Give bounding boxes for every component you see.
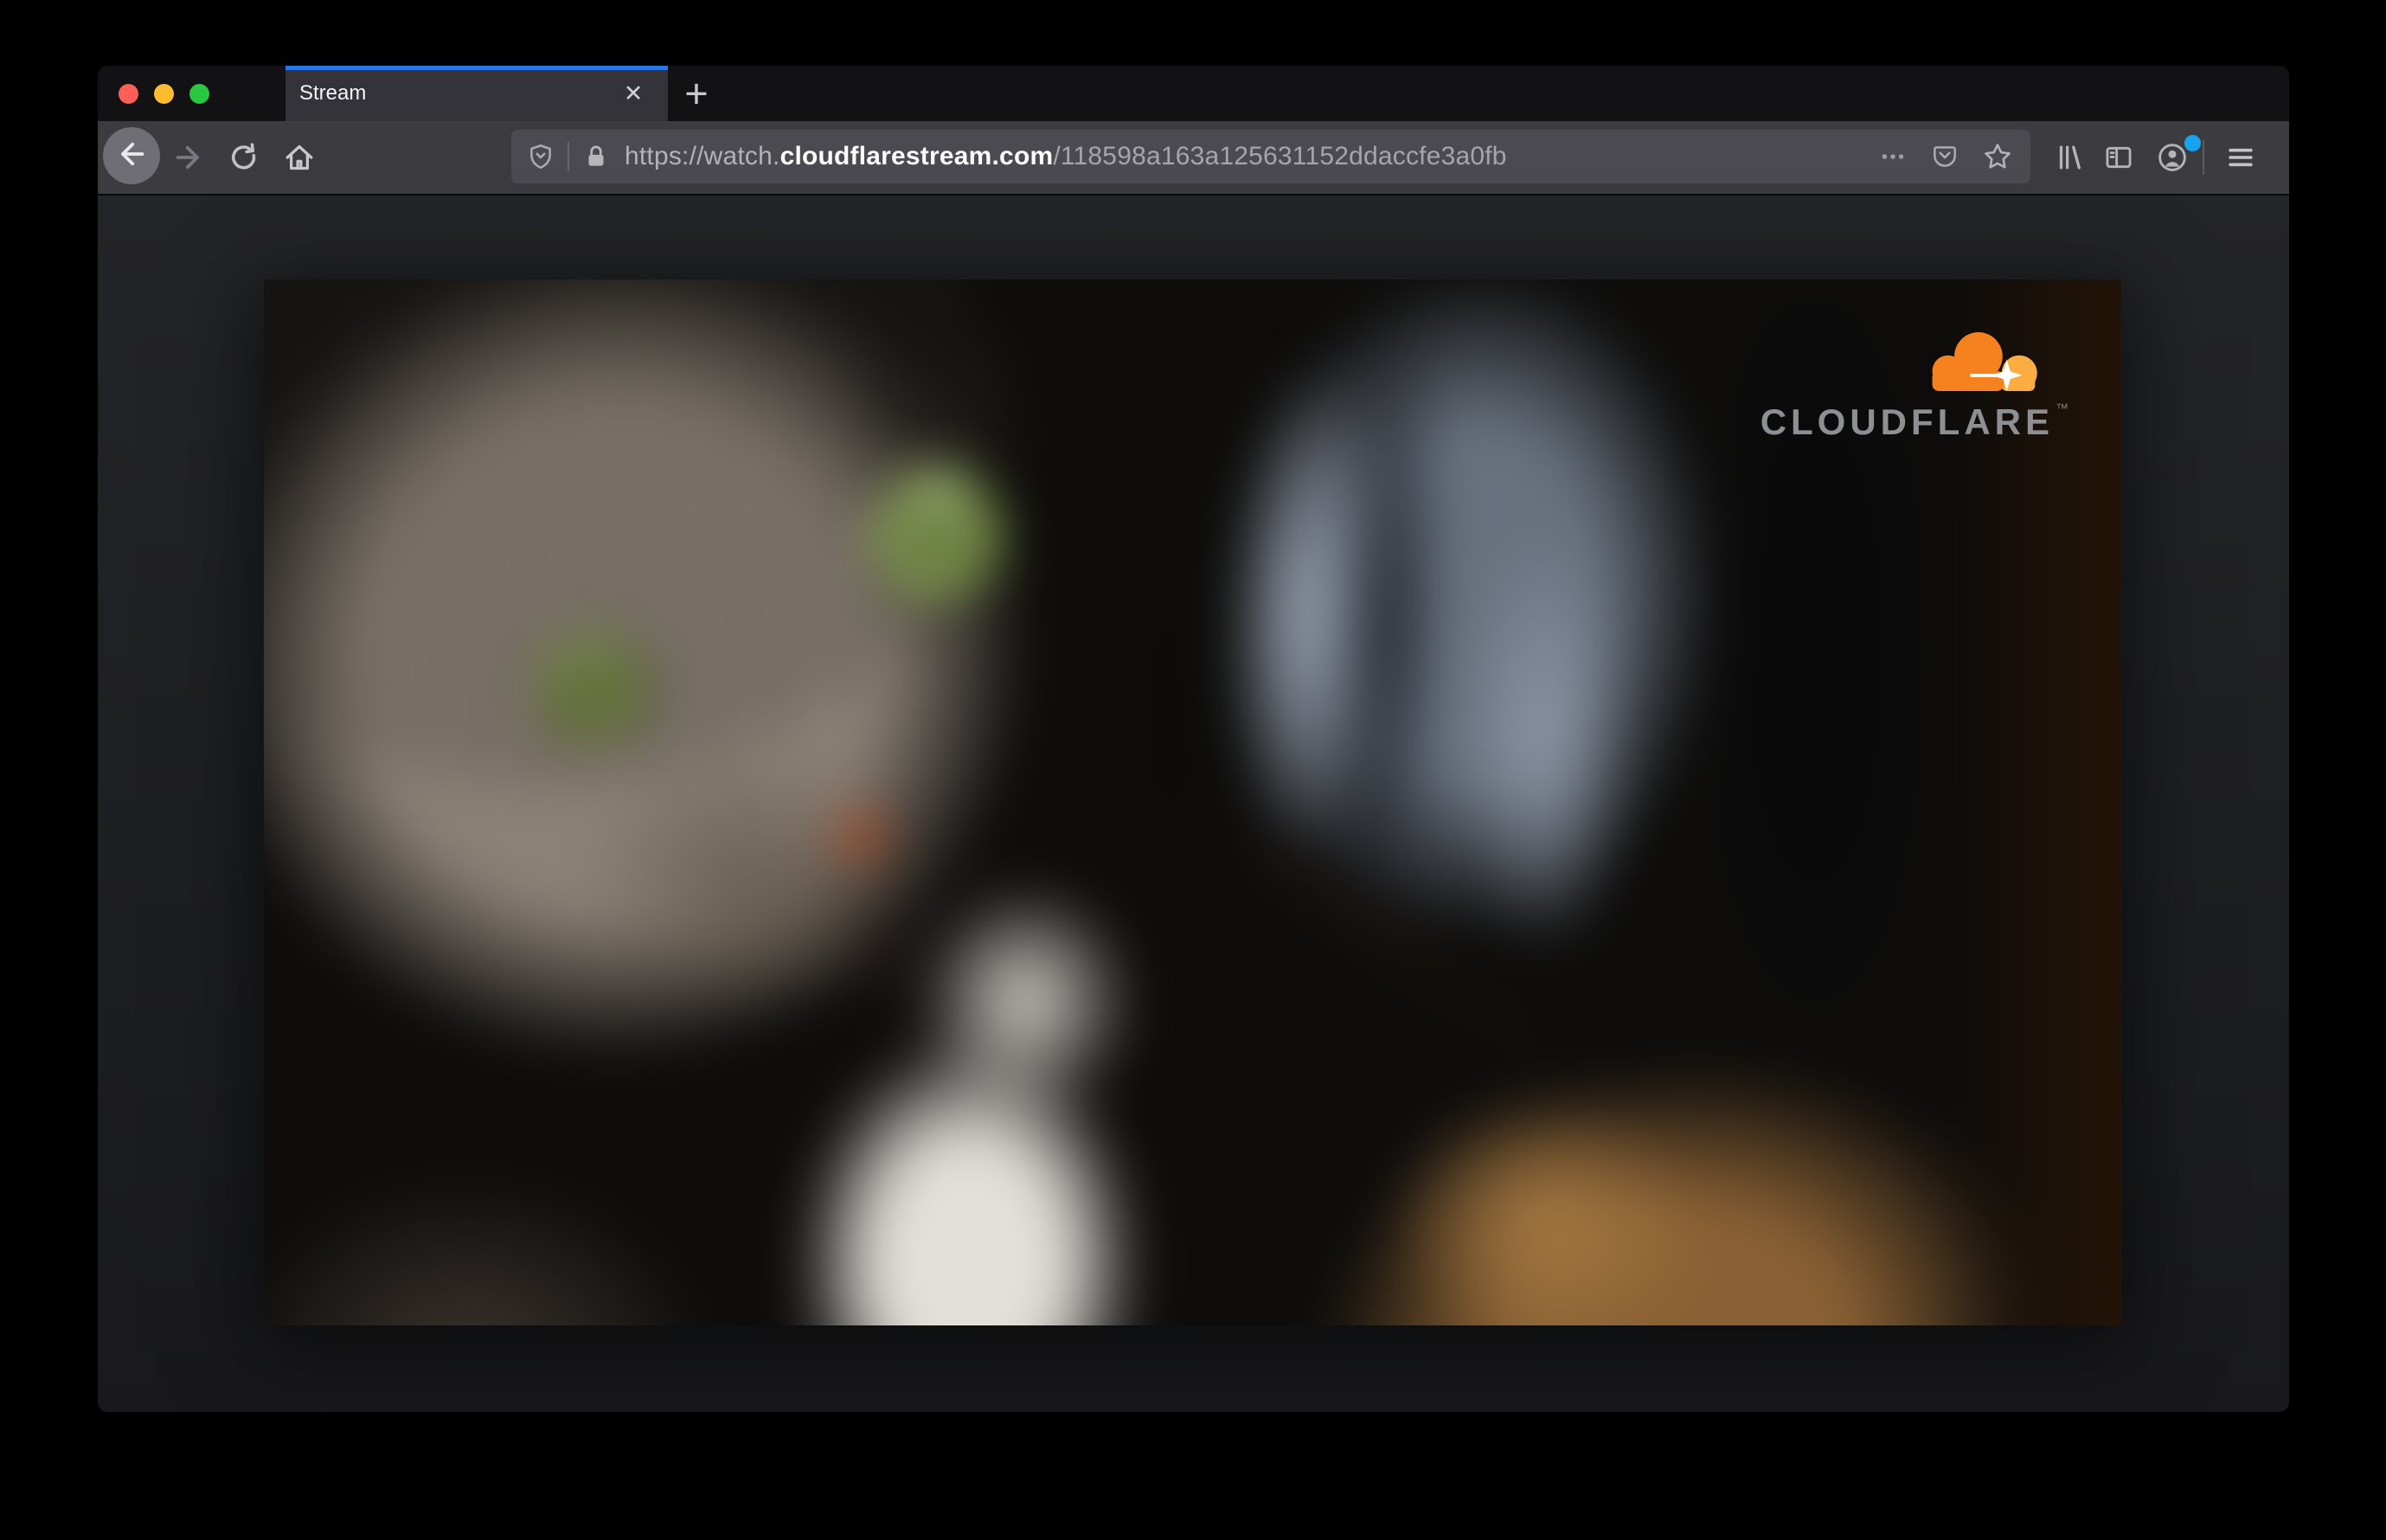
page-action-icons (1878, 141, 2013, 172)
account-notification-dot (2182, 132, 2203, 154)
library-button[interactable] (2047, 135, 2092, 180)
back-icon (114, 137, 149, 176)
tab-strip: Stream ✕ + (98, 66, 2289, 121)
navigation-toolbar: https://watch.cloudflarestream.com/11859… (98, 121, 2289, 196)
tab-stream[interactable]: Stream ✕ (285, 66, 668, 121)
url-path: /118598a163a125631152ddaccfe3a0fb (1053, 142, 1507, 170)
page-actions-dots-icon[interactable] (1878, 142, 1908, 171)
close-window-button[interactable] (119, 84, 138, 104)
hamburger-menu-icon (2224, 141, 2257, 174)
url-text: https://watch.cloudflarestream.com/11859… (625, 142, 1507, 171)
pocket-icon[interactable] (1930, 142, 1959, 171)
url-scheme: https://watch. (625, 142, 780, 170)
forward-button[interactable] (166, 135, 211, 180)
tab-close-icon[interactable]: ✕ (618, 78, 649, 109)
page-content: CLOUDFLARE ™ (98, 196, 2289, 1412)
cloudflare-watermark: CLOUDFLARE ™ (1761, 327, 2073, 440)
art-left-eye-highlight (557, 624, 613, 677)
art-nose (818, 791, 905, 882)
home-icon (282, 140, 317, 175)
home-button[interactable] (277, 135, 322, 180)
forward-icon (171, 140, 206, 175)
sidebar-button[interactable] (2096, 135, 2141, 180)
reload-icon (228, 141, 260, 174)
video-player[interactable]: CLOUDFLARE ™ (264, 279, 2121, 1325)
browser-window: Stream ✕ + https://watch.cloudflarestrea… (98, 66, 2289, 1412)
art-right-eye-highlight (901, 452, 979, 531)
lock-icon[interactable] (581, 142, 611, 171)
trademark-symbol: ™ (2056, 401, 2073, 416)
menu-button[interactable] (2218, 135, 2263, 180)
cloudflare-cloud-icon (1907, 327, 2071, 401)
reload-button[interactable] (221, 135, 266, 180)
minimize-window-button[interactable] (154, 84, 174, 104)
tab-title: Stream (299, 81, 367, 105)
library-icon (2053, 141, 2086, 174)
zoom-window-button[interactable] (189, 84, 209, 104)
art-blue-column-2 (1434, 467, 1658, 1012)
sidebar-icon (2102, 141, 2135, 174)
back-button[interactable] (103, 127, 160, 184)
url-domain: cloudflarestream.com (779, 142, 1054, 170)
urlbar-divider (568, 142, 569, 171)
new-tab-button[interactable]: + (672, 73, 721, 114)
bookmark-star-icon[interactable] (1982, 141, 2013, 172)
cloudflare-brand-text: CLOUDFLARE (1760, 401, 2054, 442)
toolbar-divider (2203, 140, 2204, 175)
window-controls (119, 84, 209, 104)
cloudflare-wordmark: CLOUDFLARE ™ (1760, 401, 2073, 442)
tracking-protection-shield-icon[interactable] (526, 142, 555, 171)
url-bar[interactable]: https://watch.cloudflarestream.com/11859… (511, 130, 2030, 183)
